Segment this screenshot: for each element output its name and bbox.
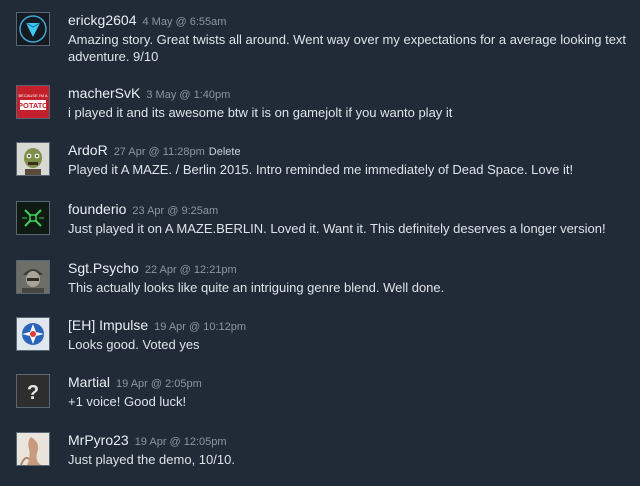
comment-text: Amazing story. Great twists all around. … bbox=[68, 32, 627, 64]
comment-author[interactable]: [EH] Impulse 19 Apr @ 10:12pm bbox=[68, 317, 246, 335]
comment-text: +1 voice! Good luck! bbox=[68, 394, 187, 409]
comment-timestamp: 19 Apr @ 10:12pm bbox=[154, 321, 247, 333]
blue-diamond-icon bbox=[17, 13, 49, 45]
comment-author[interactable]: Sgt.Psycho 22 Apr @ 12:21pm bbox=[68, 260, 237, 278]
avatar[interactable]: ? bbox=[16, 374, 50, 408]
emblem-icon bbox=[17, 318, 49, 350]
potato-avatar-caption: BECAUSE I'M A bbox=[19, 93, 48, 98]
soldier-icon bbox=[17, 261, 49, 293]
comment-timestamp: 19 Apr @ 12:05pm bbox=[134, 436, 227, 448]
avatar[interactable] bbox=[16, 12, 50, 46]
avatar[interactable] bbox=[16, 260, 50, 294]
comment-text: Looks good. Voted yes bbox=[68, 337, 200, 352]
comment-author[interactable]: founderio 23 Apr @ 9:25am bbox=[68, 201, 218, 219]
comment-text: Played it A MAZE. / Berlin 2015. Intro r… bbox=[68, 162, 574, 177]
avatar[interactable] bbox=[16, 142, 50, 176]
comment-timestamp: 22 Apr @ 12:21pm bbox=[144, 264, 237, 276]
comment-timestamp: 23 Apr @ 9:25am bbox=[132, 205, 219, 217]
avatar[interactable]: BECAUSE I'M A POTATO bbox=[16, 85, 50, 119]
comment-author[interactable]: erickg2604 4 May @ 6:55am bbox=[68, 12, 226, 30]
comment-text: Just played the demo, 10/10. bbox=[68, 452, 235, 467]
potato-icon: BECAUSE I'M A POTATO bbox=[17, 86, 49, 118]
comment-author[interactable]: MrPyro23 19 Apr @ 12:05pm bbox=[68, 432, 227, 450]
comment-timestamp: 27 Apr @ 11:28pm Delete bbox=[113, 146, 241, 158]
svg-text:?: ? bbox=[27, 382, 39, 404]
comment-author[interactable]: macherSvK 3 May @ 1:40pm bbox=[68, 85, 230, 103]
comment-text: i played it and its awesome btw it is on… bbox=[68, 105, 453, 120]
potato-avatar-word: POTATO bbox=[18, 101, 48, 110]
comment-timestamp: 19 Apr @ 2:05pm bbox=[116, 378, 202, 390]
comment-timestamp: 3 May @ 1:40pm bbox=[146, 89, 231, 101]
avatar[interactable] bbox=[16, 432, 50, 466]
comment-text: This actually looks like quite an intrig… bbox=[68, 280, 445, 295]
green-glyph-icon bbox=[17, 202, 49, 234]
comment-text: Just played it on A MAZE.BERLIN. Loved i… bbox=[68, 221, 606, 236]
photo-icon bbox=[17, 433, 49, 465]
avatar[interactable] bbox=[16, 201, 50, 235]
comment-author[interactable]: ArdoR 27 Apr @ 11:28pm Delete bbox=[68, 142, 241, 160]
delete-link[interactable]: Delete bbox=[209, 146, 241, 158]
question-mark-icon: ? bbox=[17, 375, 49, 407]
comment-author[interactable]: Martial 19 Apr @ 2:05pm bbox=[68, 374, 202, 392]
avatar[interactable] bbox=[16, 317, 50, 351]
zombie-icon bbox=[17, 143, 49, 175]
comment-timestamp: 4 May @ 6:55am bbox=[142, 16, 227, 28]
